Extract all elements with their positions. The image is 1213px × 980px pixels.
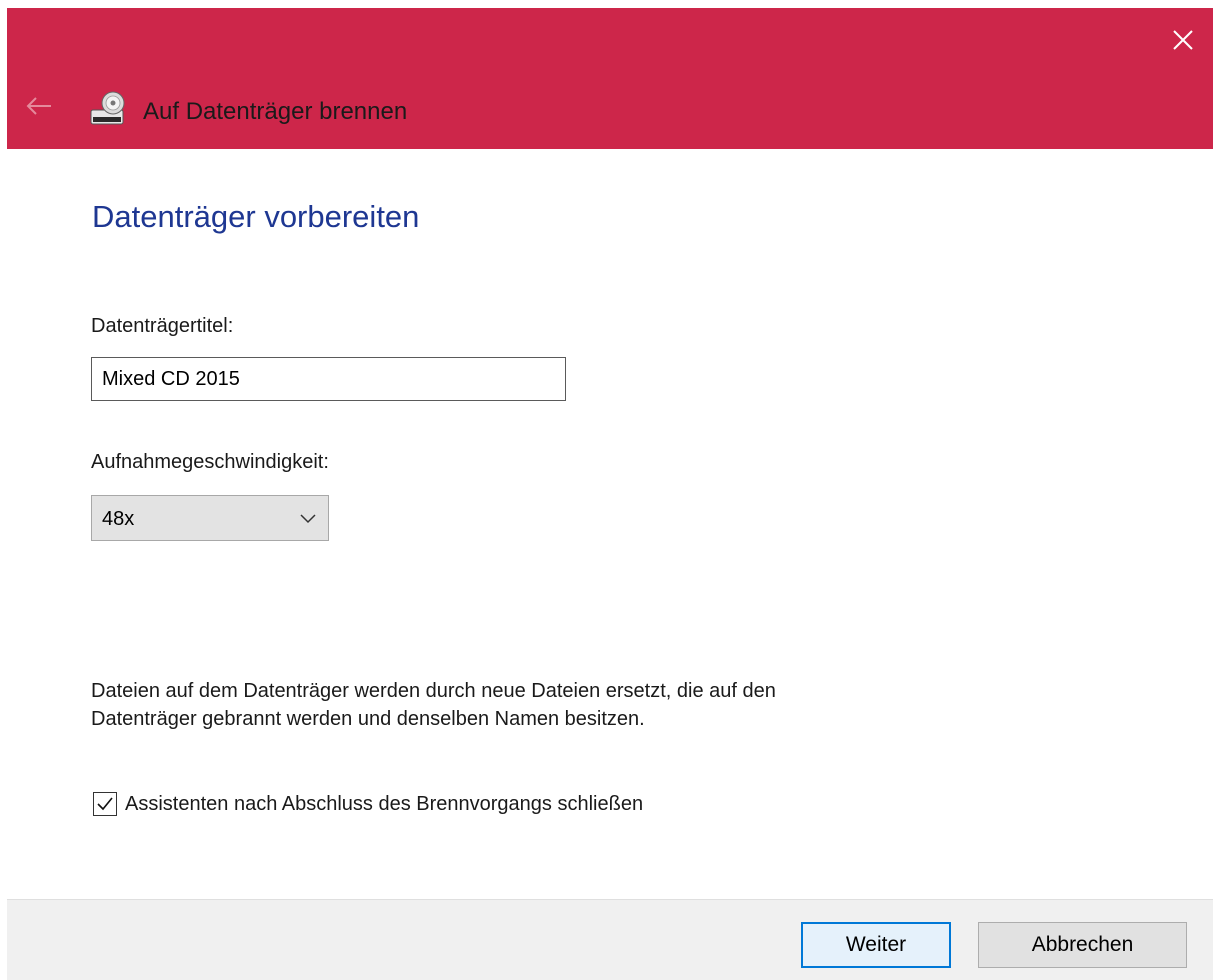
recording-speed-value: 48x <box>102 508 135 530</box>
cancel-button[interactable]: Abbrechen <box>978 922 1187 968</box>
button-bar: Weiter Abbrechen <box>7 899 1213 980</box>
disc-title-input[interactable] <box>91 357 566 401</box>
recording-speed-dropdown[interactable]: 48x <box>91 495 329 541</box>
close-wizard-label: Assistenten nach Abschluss des Brennvorg… <box>125 792 644 815</box>
page-heading: Datenträger vorbereiten <box>92 199 420 234</box>
wizard-content: Datenträger vorbereiten Datenträgertitel… <box>7 149 1213 899</box>
chevron-down-icon <box>300 514 316 524</box>
replace-files-info: Dateien auf dem Datenträger werden durch… <box>91 677 991 733</box>
close-button[interactable] <box>1163 20 1203 60</box>
close-icon <box>1173 30 1193 50</box>
title-bar: Auf Datenträger brennen <box>7 8 1213 149</box>
close-wizard-option[interactable]: Assistenten nach Abschluss des Brennvorg… <box>91 789 643 819</box>
close-wizard-checkbox[interactable] <box>93 792 117 816</box>
recording-speed-label: Aufnahmegeschwindigkeit: <box>91 451 329 473</box>
window-frame-top <box>0 0 1213 8</box>
checkmark-icon <box>97 797 113 811</box>
back-button[interactable] <box>21 88 57 124</box>
info-line-2: Datenträger gebrannt werden und denselbe… <box>91 708 645 730</box>
info-line-1: Dateien auf dem Datenträger werden durch… <box>91 680 776 702</box>
disc-title-label: Datenträgertitel: <box>91 315 234 337</box>
back-arrow-icon <box>26 97 51 115</box>
wizard-title: Auf Datenträger brennen <box>143 98 408 125</box>
next-button[interactable]: Weiter <box>801 922 951 968</box>
burn-disc-icon <box>89 90 137 130</box>
